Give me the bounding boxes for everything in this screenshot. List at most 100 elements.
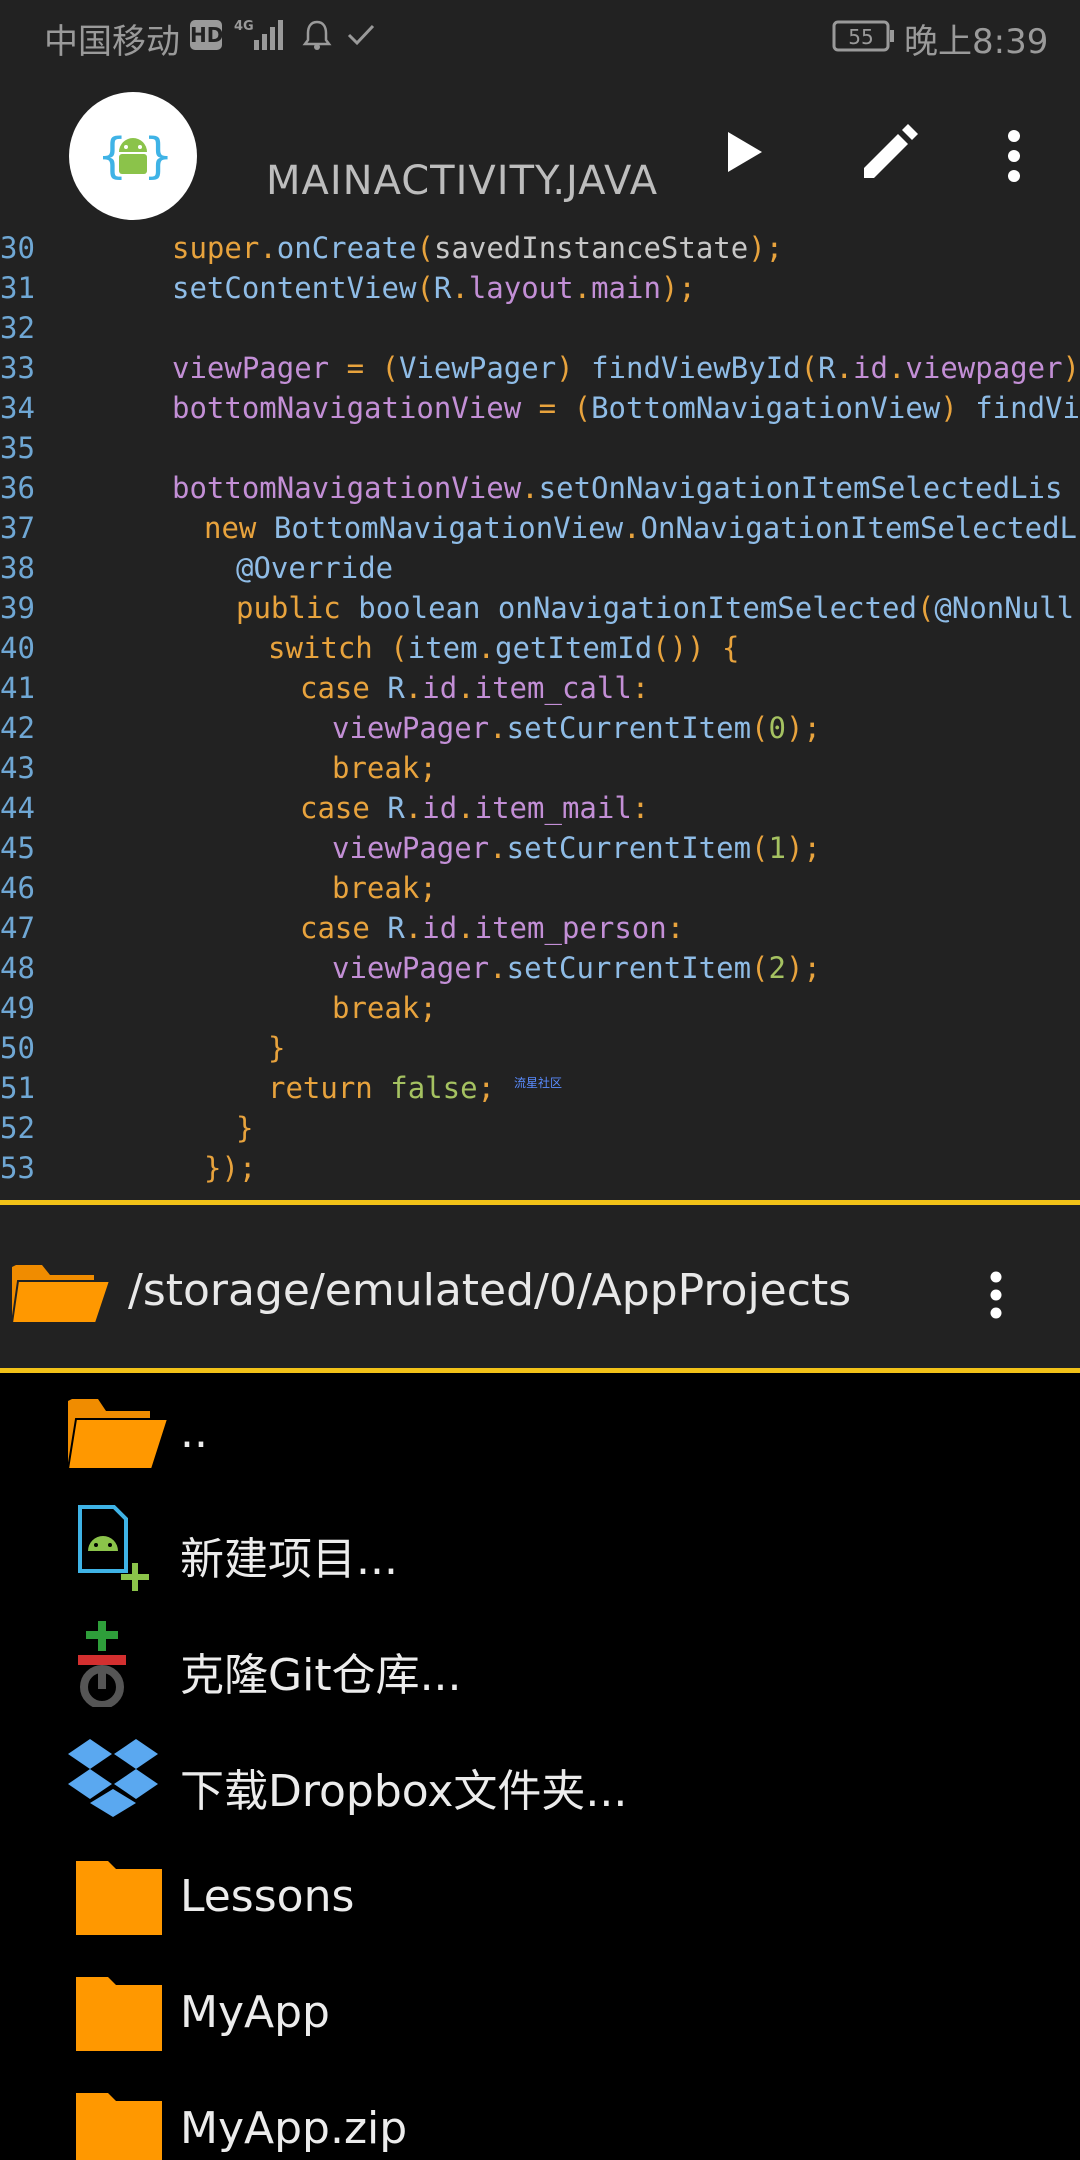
code-token: . bbox=[623, 511, 641, 545]
code-token: ( bbox=[751, 951, 769, 985]
line-number: 46 bbox=[0, 871, 35, 905]
code-token: ; bbox=[419, 751, 437, 785]
line-number: 53 bbox=[0, 1151, 35, 1185]
code-line[interactable]: 41 case R.id.item_call: bbox=[0, 668, 1080, 708]
android-code-icon: { } bbox=[97, 128, 173, 184]
svg-text:}: } bbox=[143, 128, 173, 184]
pencil-icon[interactable] bbox=[856, 118, 922, 188]
code-token: case bbox=[300, 911, 370, 945]
app-logo[interactable]: { } bbox=[69, 92, 197, 220]
line-number: 50 bbox=[0, 1031, 35, 1065]
code-token: findVie bbox=[975, 391, 1080, 425]
line-number: 36 bbox=[0, 471, 35, 505]
code-token: ); bbox=[1062, 351, 1080, 385]
code-editor[interactable]: 流星社区 30 super.onCreate(savedInstanceState… bbox=[0, 228, 1080, 1200]
file-label: 新建项目... bbox=[180, 1534, 398, 1585]
code-line[interactable]: 43 break; bbox=[0, 748, 1080, 788]
code-line[interactable]: 31 setContentView(R.layout.main); bbox=[0, 268, 1080, 308]
code-line[interactable]: 50} bbox=[0, 1028, 1080, 1068]
code-token: break bbox=[332, 871, 420, 905]
code-token: ( bbox=[416, 271, 434, 305]
toolbar: { } MAINACTIVITY.JAVA bbox=[0, 72, 1080, 228]
code-token: ); bbox=[785, 711, 821, 745]
code-token: viewPager bbox=[332, 831, 490, 865]
code-token: getItemId bbox=[495, 631, 653, 665]
code-line[interactable]: 30 super.onCreate(savedInstanceState); bbox=[0, 228, 1080, 268]
more-vert-icon[interactable] bbox=[1002, 130, 1026, 186]
app-root: 中国移动 HD 4G 55 晚上8:39 {} MAINACTIVITY.JA… bbox=[0, 0, 1080, 2160]
code-line[interactable]: 33 viewPager = (ViewPager) findViewById(R… bbox=[0, 348, 1080, 388]
file-list: .. 新建项目... 克隆Git仓库... 下载Dropbox文件夹... Le… bbox=[0, 1373, 1080, 2160]
code-token: OnNavigationItemSelectedL bbox=[640, 511, 1078, 545]
line-code: viewPager.setCurrentItem(2); bbox=[332, 948, 821, 988]
file-item-dropbox[interactable]: 下载Dropbox文件夹... bbox=[0, 1721, 1080, 1837]
line-code: }); bbox=[204, 1148, 256, 1188]
code-line[interactable]: 45 viewPager.setCurrentItem(1); bbox=[0, 828, 1080, 868]
line-code: super.onCreate(savedInstanceState); bbox=[172, 228, 783, 268]
code-token: viewpager bbox=[905, 351, 1063, 385]
folder-icon bbox=[66, 1969, 170, 2055]
code-line[interactable]: 35 bbox=[0, 428, 1080, 468]
code-token: . bbox=[489, 831, 507, 865]
line-number: 45 bbox=[0, 831, 35, 865]
code-line[interactable]: 49 break; bbox=[0, 988, 1080, 1028]
file-label: MyApp bbox=[180, 1987, 330, 2038]
code-line[interactable]: 53}); bbox=[0, 1148, 1080, 1188]
file-item-parent[interactable]: .. bbox=[0, 1373, 1080, 1489]
code-token: = bbox=[538, 391, 557, 425]
code-line[interactable]: 38 @Override bbox=[0, 548, 1080, 588]
line-number: 39 bbox=[0, 591, 35, 625]
code-line[interactable]: 44 case R.id.item_mail: bbox=[0, 788, 1080, 828]
folder-open-icon bbox=[66, 1389, 170, 1475]
file-item-myapp-zip[interactable]: MyApp.zip bbox=[0, 2069, 1080, 2160]
more-vert-icon[interactable] bbox=[986, 1271, 1006, 1323]
file-title: MAINACTIVITY.JAVA bbox=[266, 158, 659, 204]
code-token: . bbox=[489, 711, 507, 745]
code-token: onCreate bbox=[276, 231, 417, 265]
clock-label: 晚上8:39 bbox=[904, 22, 1049, 62]
battery-icon: 55 bbox=[832, 20, 896, 56]
code-line[interactable]: 34 bottomNavigationView = (BottomNavigati… bbox=[0, 388, 1080, 428]
code-line[interactable]: 36 bottomNavigationView.setOnNavigationIt… bbox=[0, 468, 1080, 508]
file-label: 克隆Git仓库... bbox=[180, 1650, 462, 1701]
code-token: . bbox=[573, 271, 592, 305]
code-token: } bbox=[268, 1031, 286, 1065]
code-line[interactable]: 39 public boolean onNavigationItemSelecte… bbox=[0, 588, 1080, 628]
code-line[interactable]: 37 new BottomNavigationView.OnNavigationI… bbox=[0, 508, 1080, 548]
play-icon[interactable] bbox=[722, 128, 766, 180]
code-token: super bbox=[172, 231, 260, 265]
code-line[interactable]: 42 viewPager.setCurrentItem(0); bbox=[0, 708, 1080, 748]
code-token: ); bbox=[785, 831, 821, 865]
code-line[interactable]: 47 case R.id.item_person: bbox=[0, 908, 1080, 948]
code-line[interactable]: 52} bbox=[0, 1108, 1080, 1148]
code-token: R bbox=[387, 791, 405, 825]
file-item-lessons[interactable]: Lessons bbox=[0, 1837, 1080, 1953]
code-line[interactable]: 32 bbox=[0, 308, 1080, 348]
code-token: switch bbox=[268, 631, 373, 665]
line-number: 42 bbox=[0, 711, 35, 745]
line-number: 48 bbox=[0, 951, 35, 985]
file-item-myapp[interactable]: MyApp bbox=[0, 1953, 1080, 2069]
dropbox-icon bbox=[66, 1737, 170, 1823]
code-line[interactable]: 48 viewPager.setCurrentItem(2); bbox=[0, 948, 1080, 988]
code-token: @Override bbox=[236, 551, 394, 585]
code-token: R bbox=[387, 911, 405, 945]
code-token: item bbox=[407, 631, 478, 665]
code-line[interactable]: 40 switch (item.getItemId()) { bbox=[0, 628, 1080, 668]
file-item-clone-git[interactable]: 克隆Git仓库... bbox=[0, 1605, 1080, 1721]
code-token: : bbox=[631, 791, 650, 825]
code-line[interactable]: 46 break; bbox=[0, 868, 1080, 908]
file-item-new-project[interactable]: 新建项目... bbox=[0, 1489, 1080, 1605]
line-number: 37 bbox=[0, 511, 35, 545]
code-token: . bbox=[457, 671, 475, 705]
code-token: ()) bbox=[652, 631, 705, 665]
code-line[interactable]: 51 return false; bbox=[0, 1068, 1080, 1108]
line-code: break; bbox=[332, 988, 437, 1028]
code-token: layout bbox=[468, 271, 574, 305]
line-code: bottomNavigationView = (BottomNavigation… bbox=[172, 388, 1080, 428]
